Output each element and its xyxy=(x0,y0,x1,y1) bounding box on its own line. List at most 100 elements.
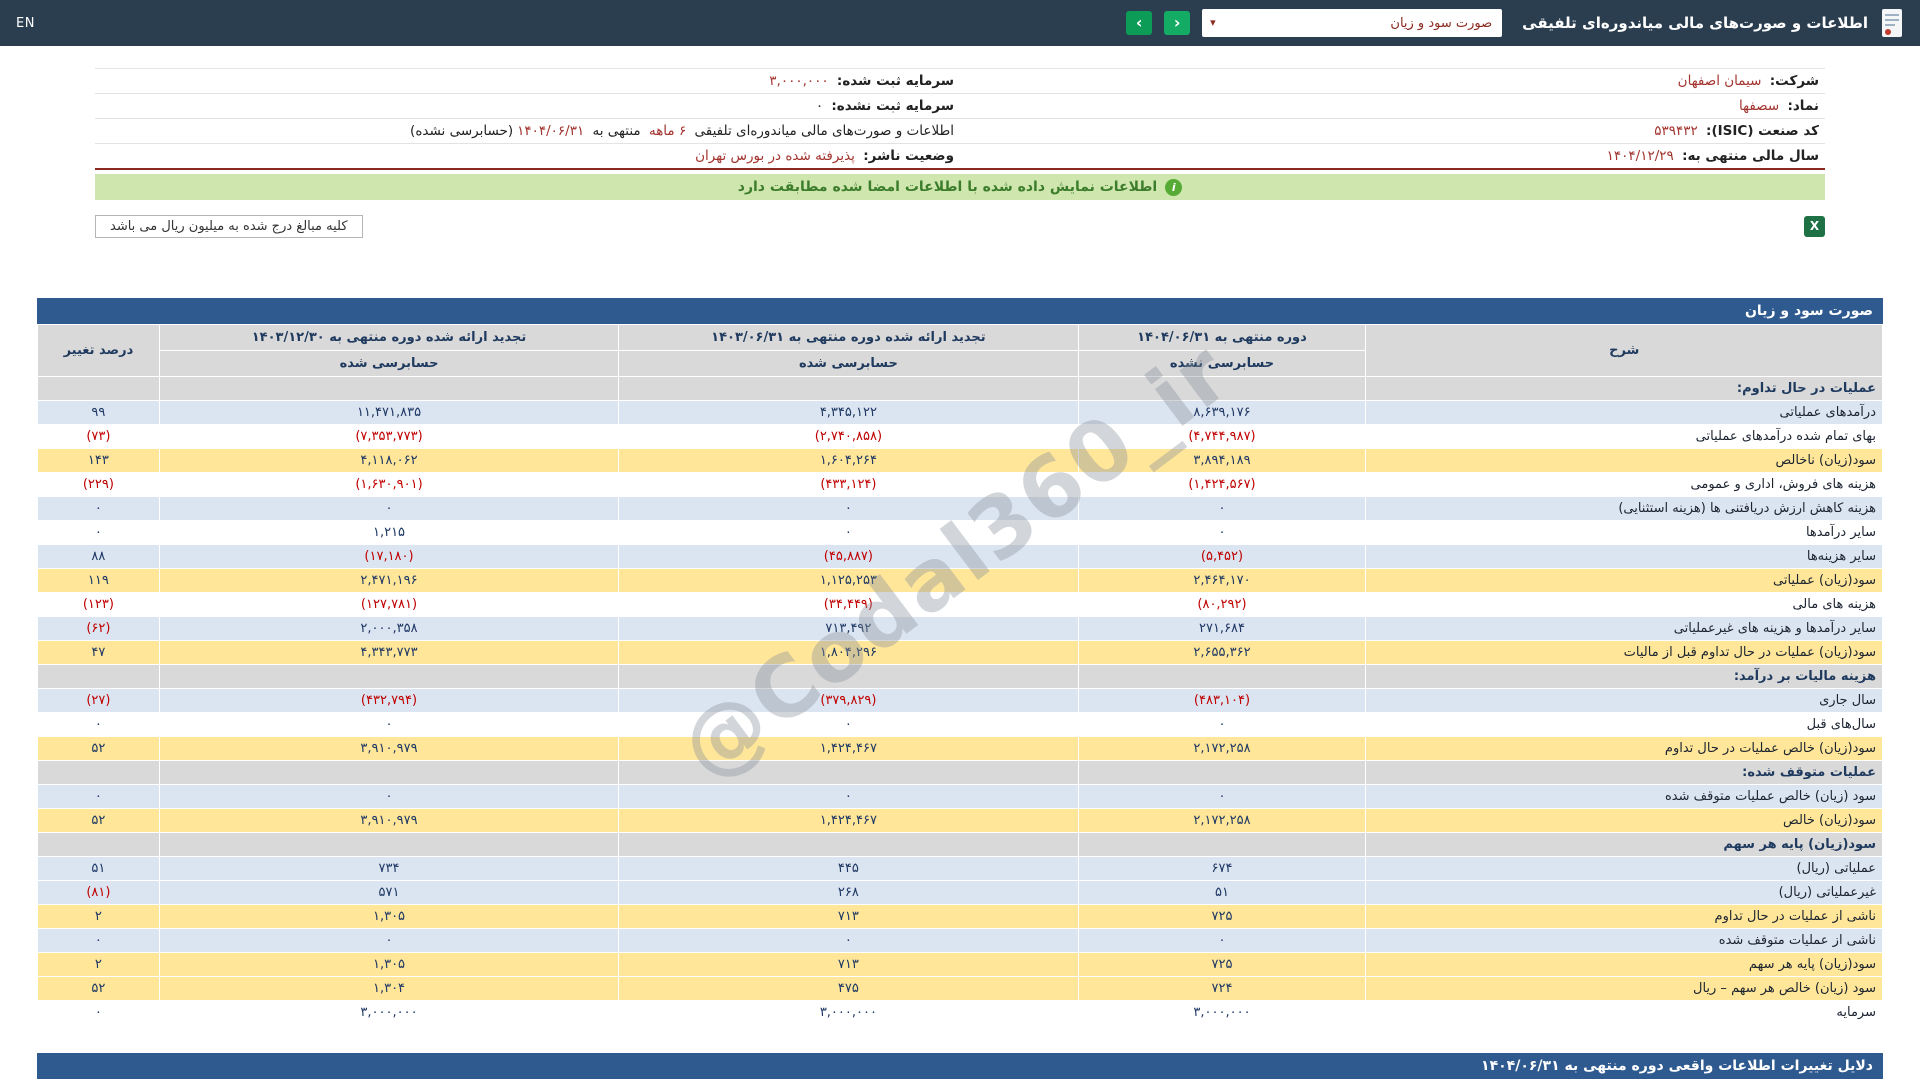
row-value xyxy=(38,665,160,689)
row-value: ۱۱۹ xyxy=(38,569,160,593)
unregistered-capital-field: سرمایه ثبت نشده: ۰ xyxy=(95,94,960,118)
table-row: سود(زیان) خالص عملیات در حال تداوم۲,۱۷۲,… xyxy=(38,737,1883,761)
statement-period-field: اطلاعات و صورت‌های مالی میاندوره‌ای تلفی… xyxy=(95,119,960,143)
row-value: ۰ xyxy=(619,497,1078,521)
row-value: (۲۷) xyxy=(38,689,160,713)
row-label: ناشی از عملیات متوقف شده xyxy=(1366,929,1883,953)
next-statement-button[interactable]: ‹ xyxy=(1164,11,1190,35)
row-value: ۳,۹۱۰,۹۷۹ xyxy=(159,809,618,833)
field-value: ۱۴۰۴/۰۶/۳۱ xyxy=(517,123,584,139)
table-row: سود(زیان) عملیات در حال تداوم قبل از مال… xyxy=(38,641,1883,665)
field-label: سال مالی منتهی به: xyxy=(1682,148,1819,164)
language-toggle[interactable]: EN xyxy=(16,16,35,31)
table-row: ناشی از عملیات متوقف شده۰۰۰۰ xyxy=(38,929,1883,953)
col-header-percent-change: درصد تغییر xyxy=(38,325,160,377)
row-value: ۱,۴۲۴,۴۶۷ xyxy=(619,737,1078,761)
row-label: هزینه مالیات بر درآمد: xyxy=(1366,665,1883,689)
row-value: ۴,۳۴۵,۱۲۲ xyxy=(619,401,1078,425)
row-value: (۱,۴۲۴,۵۶۷) xyxy=(1078,473,1366,497)
row-value: ۰ xyxy=(619,929,1078,953)
row-value: ۲,۴۶۴,۱۷۰ xyxy=(1078,569,1366,593)
field-value: ۵۳۹۴۳۲ xyxy=(1654,123,1698,139)
row-value: ۱۱,۴۷۱,۸۳۵ xyxy=(159,401,618,425)
field-label: سرمایه ثبت نشده: xyxy=(831,98,954,114)
row-value: ۰ xyxy=(619,521,1078,545)
field-value: ۶ ماهه xyxy=(649,123,686,139)
row-label: سود(زیان) خالص عملیات در حال تداوم xyxy=(1366,737,1883,761)
row-value xyxy=(159,377,618,401)
table-row: سال جاری(۴۸۳,۱۰۴)(۳۷۹,۸۲۹)(۴۳۲,۷۹۴)(۲۷) xyxy=(38,689,1883,713)
table-row: بهای تمام شده درآمدهای عملیاتی(۴,۷۴۴,۹۸۷… xyxy=(38,425,1883,449)
row-value: ۰ xyxy=(1078,713,1366,737)
row-value: ۰ xyxy=(619,713,1078,737)
field-label: شرکت: xyxy=(1770,73,1819,89)
table-row: سود(زیان) ناخالص۳,۸۹۴,۱۸۹۱,۶۰۴,۲۶۴۴,۱۱۸,… xyxy=(38,449,1883,473)
row-value: (۴۸۳,۱۰۴) xyxy=(1078,689,1366,713)
info-icon: i xyxy=(1165,179,1182,196)
row-value: ۵۲ xyxy=(38,977,160,1001)
row-value: ۲,۰۰۰,۳۵۸ xyxy=(159,617,618,641)
pl-table-body: عملیات در حال تداوم:درآمدهای عملیاتی۸,۶۳… xyxy=(38,377,1883,1025)
row-value: ۱۴۳ xyxy=(38,449,160,473)
field-value: ۰ xyxy=(816,98,823,114)
field-label: نماد: xyxy=(1787,98,1819,114)
company-info-row: کد صنعت (ISIC): ۵۳۹۴۳۲ اطلاعات و صورت‌ها… xyxy=(95,119,1825,144)
field-value: سیمان اصفهان xyxy=(1678,73,1762,89)
row-value: ۷۱۳ xyxy=(619,953,1078,977)
row-value: ۰ xyxy=(38,521,160,545)
row-value: ۳,۰۰۰,۰۰۰ xyxy=(159,1001,618,1025)
table-row: غیرعملیاتی (ریال)۵۱۲۶۸۵۷۱(۸۱) xyxy=(38,881,1883,905)
row-label: سود(زیان) پایه هر سهم xyxy=(1366,833,1883,857)
row-value: ۰ xyxy=(38,929,160,953)
row-value: ۳,۰۰۰,۰۰۰ xyxy=(1078,1001,1366,1025)
ticker-field: نماد: سصفها xyxy=(960,94,1825,118)
row-value: (۱۲۷,۷۸۱) xyxy=(159,593,618,617)
col-header-current-period: دوره منتهی به ۱۴۰۴/۰۶/۳۱ xyxy=(1078,325,1366,351)
row-value: (۷,۳۵۳,۷۷۳) xyxy=(159,425,618,449)
row-label: سود(زیان) ناخالص xyxy=(1366,449,1883,473)
field-value: پذیرفته شده در بورس تهران xyxy=(695,148,855,164)
row-value: (۱۷,۱۸۰) xyxy=(159,545,618,569)
row-value: ۰ xyxy=(38,713,160,737)
changes-reason-band: دلایل تغییرات اطلاعات واقعی دوره منتهی ب… xyxy=(37,1053,1883,1079)
table-row: هزینه های فروش، اداری و عمومی(۱,۴۲۴,۵۶۷)… xyxy=(38,473,1883,497)
table-row: سود(زیان) خالص۲,۱۷۲,۲۵۸۱,۴۲۴,۴۶۷۳,۹۱۰,۹۷… xyxy=(38,809,1883,833)
row-value xyxy=(1078,377,1366,401)
row-value xyxy=(1078,833,1366,857)
row-value: (۴۵,۸۸۷) xyxy=(619,545,1078,569)
col-header-description: شرح xyxy=(1366,325,1883,377)
row-value xyxy=(38,833,160,857)
col-subheader-audited: حسابرسی شده xyxy=(619,351,1078,377)
excel-export-icon[interactable]: X xyxy=(1804,216,1825,237)
registered-capital-field: سرمایه ثبت شده: ۳,۰۰۰,۰۰۰ xyxy=(95,69,960,93)
statement-select-wrap: صورت سود و زیان ▾ xyxy=(1202,9,1502,37)
row-value: ۲,۴۷۱,۱۹۶ xyxy=(159,569,618,593)
col-header-restated-midyear: تجدید ارائه شده دوره منتهی به ۱۴۰۳/۰۶/۳۱ xyxy=(619,325,1078,351)
row-value: ۷۲۵ xyxy=(1078,953,1366,977)
row-value: ۰ xyxy=(38,1001,160,1025)
prev-statement-button[interactable]: › xyxy=(1126,11,1152,35)
company-info-row: نماد: سصفها سرمایه ثبت نشده: ۰ xyxy=(95,94,1825,119)
row-label: درآمدهای عملیاتی xyxy=(1366,401,1883,425)
row-value: ۲۷۱,۶۸۴ xyxy=(1078,617,1366,641)
row-value xyxy=(159,665,618,689)
row-label: سود(زیان) عملیات در حال تداوم قبل از مال… xyxy=(1366,641,1883,665)
row-value: ۳,۸۹۴,۱۸۹ xyxy=(1078,449,1366,473)
row-value: ۵۱ xyxy=(38,857,160,881)
row-label: هزینه کاهش ارزش دریافتنی ها (هزینه استثن… xyxy=(1366,497,1883,521)
row-label: هزینه های فروش، اداری و عمومی xyxy=(1366,473,1883,497)
company-info-row: سال مالی منتهی به: ۱۴۰۴/۱۲/۲۹ وضعیت ناشر… xyxy=(95,144,1825,168)
row-value: ۰ xyxy=(159,785,618,809)
field-label: سرمایه ثبت شده: xyxy=(837,73,954,89)
row-value: ۳,۹۱۰,۹۷۹ xyxy=(159,737,618,761)
statement-select[interactable]: صورت سود و زیان xyxy=(1202,9,1502,37)
field-text: (حسابرسی نشده) xyxy=(410,123,513,139)
row-label: سود(زیان) پایه هر سهم xyxy=(1366,953,1883,977)
row-value: (۴۳۲,۷۹۴) xyxy=(159,689,618,713)
table-row: سایر درآمدها۰۰۱,۲۱۵۰ xyxy=(38,521,1883,545)
row-value: ۰ xyxy=(1078,929,1366,953)
row-value: ۵۱ xyxy=(1078,881,1366,905)
row-value: (۱۲۳) xyxy=(38,593,160,617)
row-value: ۲,۱۷۲,۲۵۸ xyxy=(1078,809,1366,833)
row-value: (۳۷۹,۸۲۹) xyxy=(619,689,1078,713)
